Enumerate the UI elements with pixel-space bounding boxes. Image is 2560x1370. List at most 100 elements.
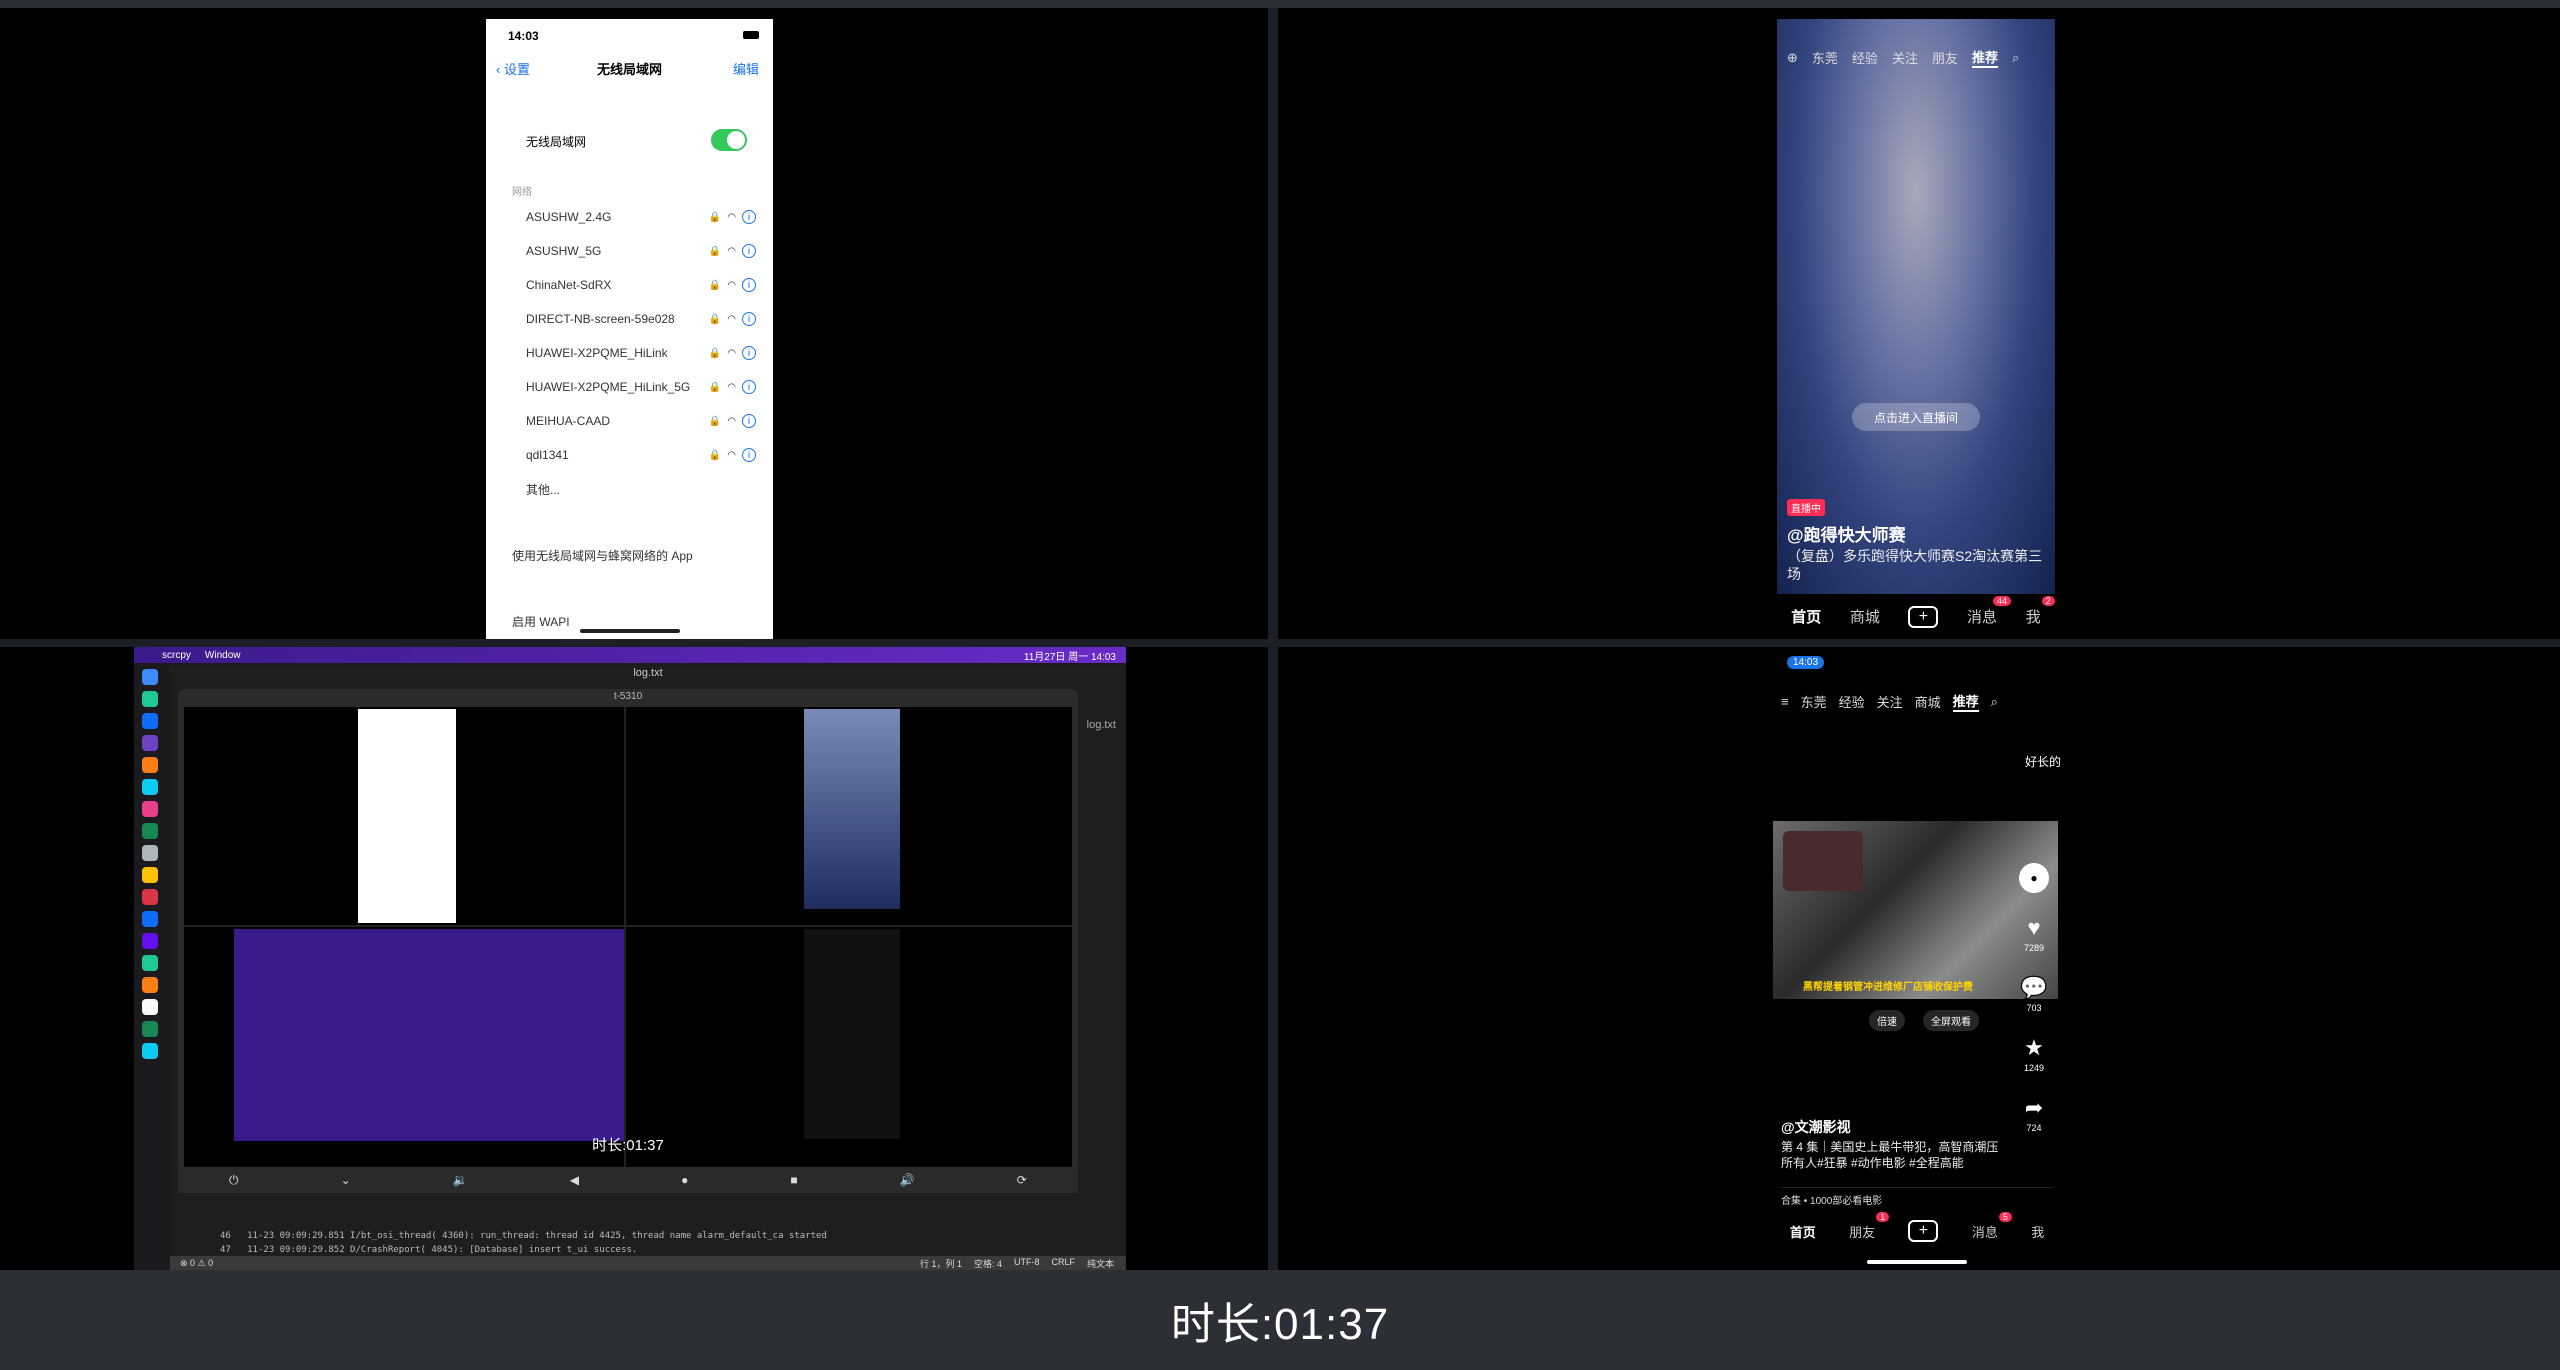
nav-home[interactable]: 首页	[1791, 606, 1821, 627]
info-icon[interactable]: i	[742, 278, 756, 292]
menu-icon[interactable]: ≡	[1781, 694, 1789, 709]
author-name[interactable]: @跑得快大师赛	[1787, 521, 1906, 546]
tab-recommend[interactable]: 推荐	[1971, 47, 1998, 68]
dock-app-icon[interactable]	[142, 955, 158, 971]
apps-using-wifi-row[interactable]: 使用无线局域网与蜂窝网络的 App	[512, 547, 693, 564]
tab-item[interactable]: 经验	[1852, 48, 1878, 67]
tab-item[interactable]: 经验	[1839, 692, 1865, 711]
tab-item[interactable]: 关注	[1877, 692, 1903, 711]
dock-app-icon[interactable]	[142, 1043, 158, 1059]
network-row[interactable]: MEIHUA-CAAD 🔒 ◠ i	[526, 411, 756, 431]
author-name[interactable]: @文潮影视	[1781, 1117, 1851, 1137]
dock-app-icon[interactable]	[142, 867, 158, 883]
nav-messages[interactable]: 消息 44	[1967, 596, 2012, 627]
dock-app-icon[interactable]	[142, 757, 158, 773]
power-icon[interactable]: ⏻	[229, 1173, 239, 1188]
home-icon[interactable]: ●	[681, 1173, 688, 1187]
menu-window[interactable]: Window	[205, 650, 241, 661]
language-mode[interactable]: 纯文本	[1087, 1257, 1114, 1270]
dock-app-icon[interactable]	[142, 691, 158, 707]
nav-mall[interactable]: 商城	[1850, 606, 1880, 627]
speed-button[interactable]: 倍速	[1869, 1010, 1905, 1031]
network-row[interactable]: HUAWEI-X2PQME_HiLink 🔒 ◠ i	[526, 343, 756, 363]
network-row[interactable]: qdl1341 🔒 ◠ i	[526, 445, 756, 465]
fullscreen-button[interactable]: 全屏观看	[1923, 1010, 1979, 1031]
create-button[interactable]: +	[1908, 605, 1939, 628]
dock-app-icon[interactable]	[142, 669, 158, 685]
collection-row[interactable]: 合集 • 1000部必看电影	[1781, 1187, 2053, 1207]
menu-app[interactable]: scrcpy	[162, 650, 191, 661]
tab-item[interactable]: 东莞	[1801, 692, 1827, 711]
vscode-window[interactable]: log.txt log.txt t-5310 时长:01:37 ⏻ ⌄ 🔉 ◀ …	[170, 665, 1126, 1270]
dock-app-icon[interactable]	[142, 933, 158, 949]
tab-recommend[interactable]: 推荐	[1952, 691, 1979, 712]
indent-setting[interactable]: 空格: 4	[974, 1257, 1002, 1270]
nav-friends[interactable]: 朋友 1	[1849, 1211, 1890, 1241]
search-icon[interactable]: ⌕	[2012, 50, 2019, 66]
network-row[interactable]: ASUSHW_2.4G 🔒 ◠ i	[526, 207, 756, 227]
network-row[interactable]: ChinaNet-SdRX 🔒 ◠ i	[526, 275, 756, 295]
tab-item[interactable]: 东莞	[1812, 48, 1838, 67]
dock-app-icon[interactable]	[142, 845, 158, 861]
dock-app-icon[interactable]	[142, 779, 158, 795]
douyin-video-screen[interactable]: 14:03 ≡ 东莞 经验 关注 商城 推荐 ⌕ 好长的 黑帮提着钢管冲进维修厂…	[1773, 647, 2061, 1270]
mac-desktop[interactable]: scrcpy Window 11月27日 周一 14:03 log.txt lo…	[134, 647, 1126, 1270]
info-icon[interactable]: i	[742, 312, 756, 326]
dock-app-icon[interactable]	[142, 889, 158, 905]
nav-me[interactable]: 我2	[2026, 596, 2055, 627]
network-row[interactable]: ASUSHW_5G 🔒 ◠ i	[526, 241, 756, 261]
wifi-icon: ◠	[727, 415, 736, 427]
scrcpy-window[interactable]: t-5310 时长:01:37	[178, 689, 1078, 1169]
cursor-position[interactable]: 行 1，列 1	[920, 1257, 962, 1270]
create-button[interactable]: +	[1908, 1220, 1939, 1242]
nav-me[interactable]: 我	[2031, 1222, 2044, 1241]
expand-icon[interactable]: ⌄	[341, 1173, 351, 1187]
info-icon[interactable]: i	[742, 414, 756, 428]
share-action[interactable]: ➦ 724	[2019, 1093, 2049, 1133]
problems-count[interactable]: ⊗ 0 ⚠ 0	[180, 1258, 213, 1269]
dock-app-icon[interactable]	[142, 801, 158, 817]
nav-messages[interactable]: 消息 5	[1972, 1211, 2012, 1241]
comment-action[interactable]: 💬 703	[2019, 973, 2049, 1013]
info-icon[interactable]: i	[742, 380, 756, 394]
log-tab[interactable]: log.txt	[1087, 719, 1116, 731]
nav-home[interactable]: 首页	[1790, 1222, 1816, 1241]
dock-app-icon[interactable]	[142, 1021, 158, 1037]
avatar[interactable]: ●	[2019, 863, 2049, 893]
dock-app-icon[interactable]	[142, 999, 158, 1015]
volume-up-icon[interactable]: 🔊	[900, 1173, 915, 1187]
recents-icon[interactable]: ■	[790, 1173, 797, 1187]
rotate-icon[interactable]: ⟳	[1017, 1173, 1027, 1187]
volume-down-icon[interactable]: 🔉	[453, 1173, 468, 1187]
tab-item[interactable]: 关注	[1892, 48, 1918, 67]
tab-item[interactable]: 商城	[1915, 692, 1941, 711]
douyin-live-screen[interactable]: ⊕ 东莞 经验 关注 朋友 推荐 ⌕ 点击进入直播间 直播中 @跑得快大师赛 （…	[1777, 19, 2055, 639]
tab-item[interactable]: 朋友	[1932, 48, 1958, 67]
video-frame[interactable]: 黑帮提着钢管冲进维修厂店铺收保护费	[1773, 821, 2058, 999]
enter-live-button[interactable]: 点击进入直播间	[1852, 403, 1980, 431]
info-icon[interactable]: i	[742, 448, 756, 462]
add-icon[interactable]: ⊕	[1787, 50, 1798, 66]
dock-app-icon[interactable]	[142, 977, 158, 993]
wapi-row[interactable]: 启用 WAPI	[512, 613, 570, 630]
iphone-wifi-screen[interactable]: 14:03 ‹ 设置 无线局域网 编辑 无线局域网 网络 ASUSHW_2.4G…	[486, 19, 773, 639]
dock-app-icon[interactable]	[142, 911, 158, 927]
favorite-action[interactable]: ★ 1249	[2019, 1033, 2049, 1073]
wifi-toggle[interactable]	[711, 129, 747, 151]
line-ending[interactable]: CRLF	[1051, 1257, 1075, 1270]
dock-app-icon[interactable]	[142, 713, 158, 729]
info-icon[interactable]: i	[742, 346, 756, 360]
like-action[interactable]: ♥ 7289	[2019, 913, 2049, 953]
network-row[interactable]: DIRECT-NB-screen-59e028 🔒 ◠ i	[526, 309, 756, 329]
network-row[interactable]: HUAWEI-X2PQME_HiLink_5G 🔒 ◠ i	[526, 377, 756, 397]
back-icon[interactable]: ◀	[570, 1173, 579, 1187]
edit-button[interactable]: 编辑	[733, 59, 759, 78]
nested-mirror-view[interactable]	[184, 707, 1072, 1169]
other-network-row[interactable]: 其他...	[526, 479, 756, 499]
info-icon[interactable]: i	[742, 244, 756, 258]
search-icon[interactable]: ⌕	[1991, 694, 1998, 710]
dock-app-icon[interactable]	[142, 735, 158, 751]
encoding[interactable]: UTF-8	[1014, 1257, 1040, 1270]
dock-app-icon[interactable]	[142, 823, 158, 839]
info-icon[interactable]: i	[742, 210, 756, 224]
